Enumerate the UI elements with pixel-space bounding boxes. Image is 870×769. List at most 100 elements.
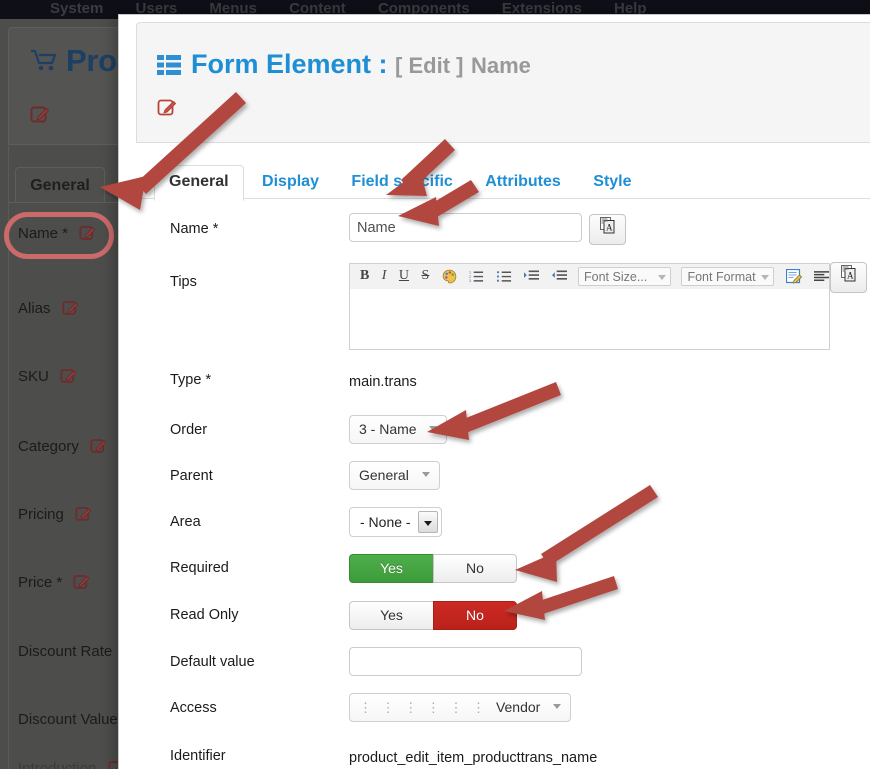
form-row-readonly: Read Only Yes No xyxy=(136,599,870,646)
tips-editor-body[interactable] xyxy=(349,288,830,350)
italic-icon[interactable]: I xyxy=(378,264,391,288)
sidebar-item-alias[interactable]: Alias xyxy=(18,299,79,320)
tab-style[interactable]: Style xyxy=(579,166,645,200)
outdent-icon[interactable] xyxy=(548,264,571,288)
name-label: Name * xyxy=(170,221,219,237)
form-row-order: Order 3 - Name xyxy=(136,414,870,460)
readonly-toggle[interactable]: Yes No xyxy=(349,601,517,630)
font-size-select[interactable]: Font Size... xyxy=(578,267,672,286)
edit-pencil-icon[interactable] xyxy=(30,104,50,124)
edit-pencil-icon[interactable] xyxy=(90,437,107,458)
modal-tabs[interactable]: General Display Field specific Attribute… xyxy=(136,164,870,201)
sidebar-tab-general[interactable]: General xyxy=(15,167,105,202)
form-row-area: Area - None - xyxy=(136,506,870,552)
sidebar-item-label: Introduction xyxy=(18,760,97,769)
tab-field-specific[interactable]: Field specific xyxy=(337,166,466,200)
area-value: - None - xyxy=(360,514,411,530)
required-label: Required xyxy=(170,560,229,576)
editor-toolbar[interactable]: B I U S 1 2 3 Font Size... Font Format xyxy=(349,263,830,289)
modal-title: Form Element : [ Edit ] Name xyxy=(191,49,531,80)
sidebar-item-introduction[interactable]: Introduction xyxy=(18,759,125,769)
sidebar-item-sku[interactable]: SKU xyxy=(18,367,77,388)
sidebar-item-label: SKU xyxy=(18,368,49,385)
order-label: Order xyxy=(170,422,208,438)
svg-text:A: A xyxy=(606,222,613,232)
form-row-required: Required Yes No xyxy=(136,552,870,599)
menu-item-system[interactable]: System xyxy=(36,1,117,16)
chevron-down-icon[interactable] xyxy=(417,511,438,533)
form-row-default-value: Default value xyxy=(136,646,870,692)
form-row-tips: Tips B I U S 1 2 3 Font Size... Font For… xyxy=(136,260,870,368)
access-label: Access xyxy=(170,700,217,716)
form-row-name: Name * A xyxy=(136,213,870,260)
default-value-label: Default value xyxy=(170,654,255,670)
modal-title-edit-bracket: [ Edit ] xyxy=(395,53,464,78)
copy-translate-icon[interactable]: A xyxy=(589,213,627,245)
identifier-label: Identifier xyxy=(170,748,226,764)
font-size-value: Font Size... xyxy=(584,270,648,284)
readonly-label: Read Only xyxy=(170,607,239,623)
identifier-value: product_edit_item_producttrans_name xyxy=(349,750,598,766)
required-yes-button[interactable]: Yes xyxy=(349,554,433,583)
order-value: 3 - Name xyxy=(359,421,417,437)
highlight-ring-name-field xyxy=(4,212,114,259)
list-icon xyxy=(157,55,181,75)
copy-translate-icon[interactable]: A xyxy=(830,262,867,293)
tab-attributes[interactable]: Attributes xyxy=(471,166,575,200)
order-dropdown[interactable]: 3 - Name xyxy=(349,415,448,444)
edit-pencil-icon[interactable] xyxy=(157,97,177,117)
readonly-no-button[interactable]: No xyxy=(433,601,517,630)
indent-icon[interactable] xyxy=(520,264,543,288)
access-dropdown[interactable]: ⋮ ⋮ ⋮ ⋮ ⋮ ⋮ Vendor xyxy=(349,693,572,722)
palette-icon[interactable] xyxy=(438,264,461,288)
edit-pencil-icon[interactable] xyxy=(75,505,92,526)
form-row-identifier: Identifier product_edit_item_producttran… xyxy=(136,738,870,769)
tips-label: Tips xyxy=(170,274,197,290)
edit-pencil-icon[interactable] xyxy=(60,367,77,388)
sidebar-item-label: Discount Value xyxy=(18,711,118,728)
form-row-parent: Parent General xyxy=(136,460,870,506)
align-left-icon[interactable] xyxy=(810,264,829,288)
type-label: Type * xyxy=(170,372,212,388)
tab-general[interactable]: General xyxy=(154,165,244,201)
sidebar-item-label: Category xyxy=(18,438,79,455)
sidebar-item-pricing[interactable]: Pricing xyxy=(18,505,92,526)
readonly-yes-button[interactable]: Yes xyxy=(349,601,433,630)
unordered-list-icon[interactable] xyxy=(493,264,516,288)
font-format-value: Font Format xyxy=(687,270,756,284)
required-no-button[interactable]: No xyxy=(433,554,517,583)
form-row-type: Type * main.trans xyxy=(136,368,870,414)
form-row-access: Access ⋮ ⋮ ⋮ ⋮ ⋮ ⋮ Vendor xyxy=(136,692,870,738)
tab-display[interactable]: Display xyxy=(248,166,333,200)
sidebar-item-label: Pricing xyxy=(18,506,64,523)
parent-value: General xyxy=(359,467,409,483)
strikethrough-icon[interactable]: S xyxy=(418,264,434,288)
modal-header: Form Element : [ Edit ] Name xyxy=(136,22,870,143)
sidebar-item-label: Discount Rate xyxy=(18,643,113,660)
name-input[interactable] xyxy=(349,213,582,242)
font-format-select[interactable]: Font Format xyxy=(681,267,775,286)
access-indent-dots: ⋮ ⋮ ⋮ ⋮ ⋮ ⋮ xyxy=(359,700,489,715)
edit-pencil-icon[interactable] xyxy=(62,299,79,320)
sidebar-item-price[interactable]: Price * xyxy=(18,573,90,594)
underline-icon[interactable]: U xyxy=(395,264,413,288)
edit-pencil-icon[interactable] xyxy=(73,573,90,594)
modal-title-element-name: Name xyxy=(471,53,531,78)
modal-title-main: Form Element : xyxy=(191,49,388,79)
cart-icon xyxy=(30,49,58,71)
area-select[interactable]: - None - xyxy=(349,507,442,537)
sidebar-item-label: Price * xyxy=(18,574,63,591)
source-edit-icon[interactable] xyxy=(782,264,806,288)
required-toggle[interactable]: Yes No xyxy=(349,554,517,583)
parent-label: Parent xyxy=(170,468,213,484)
svg-text:3: 3 xyxy=(469,279,471,283)
ordered-list-icon[interactable]: 1 2 3 xyxy=(465,264,488,288)
default-value-input[interactable] xyxy=(349,647,582,676)
svg-text:A: A xyxy=(847,271,854,281)
bold-icon[interactable]: B xyxy=(356,264,373,288)
screenshot-root: System Users Menus Content Components Ex… xyxy=(0,0,870,769)
type-value: main.trans xyxy=(349,374,417,390)
area-label: Area xyxy=(170,514,201,530)
parent-dropdown[interactable]: General xyxy=(349,461,440,490)
sidebar-item-category[interactable]: Category xyxy=(18,437,107,458)
